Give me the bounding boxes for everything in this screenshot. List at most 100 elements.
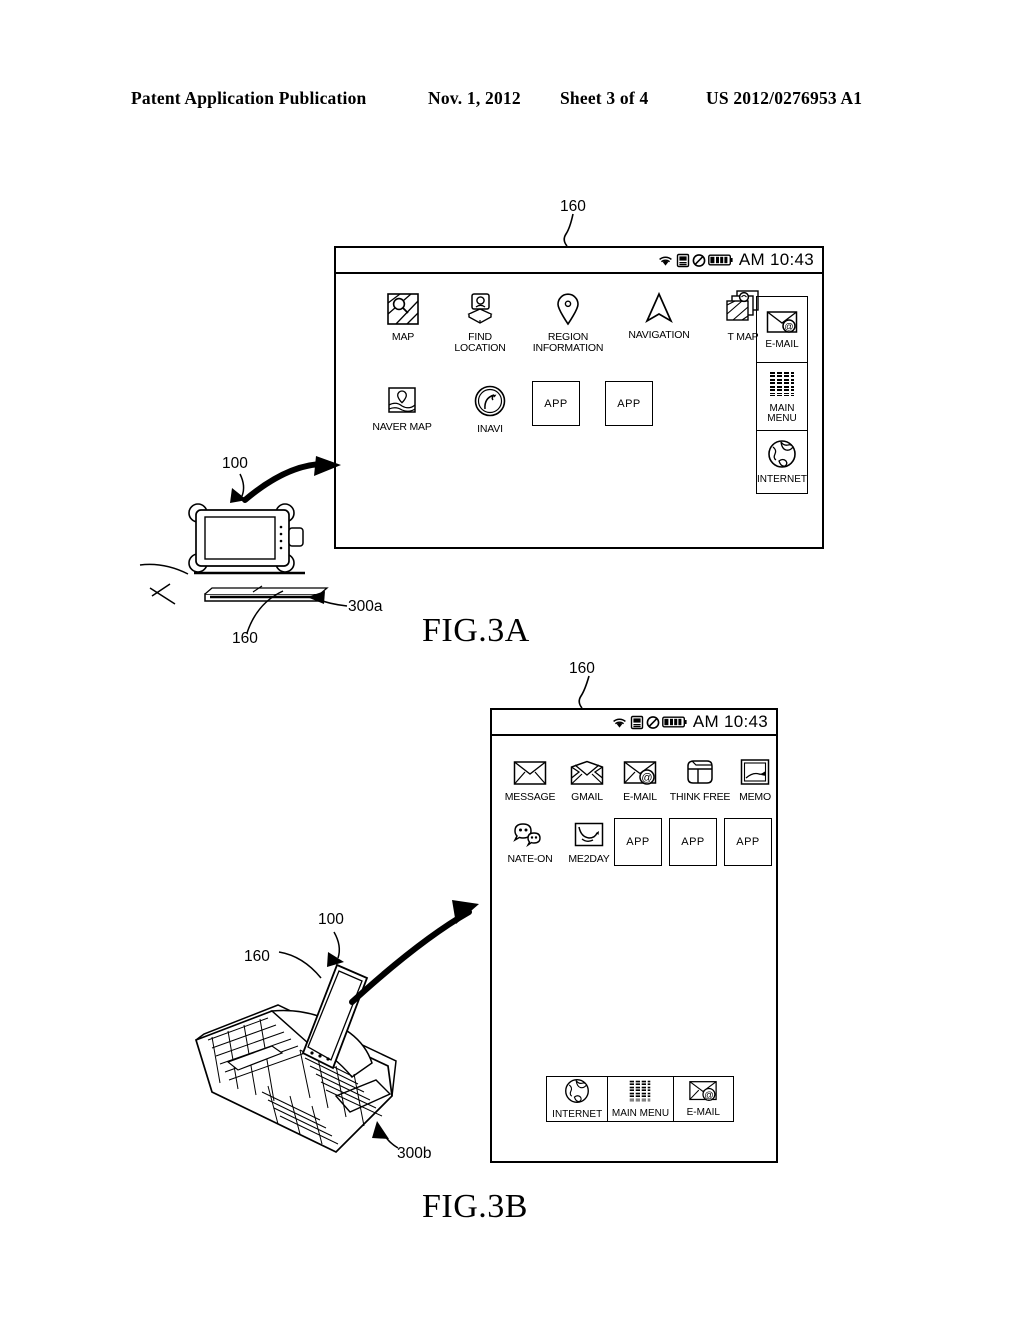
dock-item-label: INTERNET [757, 474, 807, 486]
dock-item-label: MAIN MENU [611, 1107, 670, 1119]
app-icon-memo[interactable]: MEMO [732, 758, 778, 803]
app-icon-region-information[interactable]: REGION INFORMATION [518, 292, 618, 354]
fig3a-side-dock: @ E-MAIL MAIN MENU INTERNET [756, 296, 808, 494]
envelope-icon [513, 760, 547, 790]
dock-item-label: MAIN MENU [767, 402, 797, 424]
status-icon-group [611, 715, 687, 730]
fig3a-home-body: MAP FIND LOCATION REGION INFORMATION NAV… [336, 274, 822, 547]
ref-numeral-160-fig3a-device-display: 160 [232, 630, 258, 647]
app-icon-navigation[interactable]: NAVIGATION [614, 291, 704, 342]
dock-item-label: E-MAIL [765, 338, 799, 350]
app-icon-map[interactable]: MAP [368, 292, 438, 343]
status-bar-time: AM 10:43 [692, 712, 768, 731]
app-placeholder-label: APP [544, 397, 568, 410]
memo-icon [740, 758, 770, 790]
dock-item-label: INTERNET [552, 1108, 603, 1120]
publication-header: Patent Application Publication Nov. 1, 2… [0, 88, 1024, 114]
app-placeholder-1[interactable]: APP [614, 818, 662, 866]
think-free-icon [684, 758, 716, 790]
ref-numeral-160-fig3a-screen: 160 [560, 198, 586, 215]
app-icon-me2day[interactable]: ME2DAY [562, 822, 616, 865]
navigation-arrow-icon [642, 291, 676, 328]
app-icon-inavi[interactable]: INAVI [454, 384, 526, 435]
app-label: THINK FREE [669, 791, 731, 804]
ref-numeral-160-fig3b-screen: 160 [569, 660, 595, 677]
app-icon-gmail[interactable]: GMAIL [562, 760, 612, 803]
find-location-icon [463, 292, 497, 330]
battery-icon [707, 254, 733, 266]
app-placeholder-2[interactable]: APP [669, 818, 717, 866]
app-icon-message[interactable]: MESSAGE [500, 760, 560, 803]
status-icon-group [657, 253, 733, 268]
patent-number: US 2012/0276953 A1 [706, 88, 863, 108]
sheet-number: Sheet 3 of 4 [560, 88, 649, 108]
wifi-icon [658, 255, 672, 266]
naver-map-icon [385, 386, 419, 420]
globe-icon [767, 439, 797, 474]
app-icon-think-free[interactable]: THINK FREE [666, 758, 734, 803]
grid-menu-icon [768, 370, 796, 403]
app-label: ME2DAY [568, 853, 610, 866]
fig3b-device-screen: AM 10:43 MESSAGE GMAIL @ E-MAIL THINK FR… [490, 708, 778, 1163]
dock-item-label: E-MAIL [686, 1106, 720, 1118]
wifi-icon [612, 717, 626, 728]
svg-text:@: @ [784, 322, 793, 332]
app-placeholder-label: APP [626, 836, 650, 848]
app-placeholder-3[interactable]: APP [724, 818, 772, 866]
app-icon-nate-on[interactable]: NATE-ON [498, 822, 562, 865]
battery-icon [661, 716, 687, 728]
svg-text:@: @ [641, 772, 652, 784]
app-placeholder-label: APP [736, 836, 760, 848]
fig3b-bottom-dock: INTERNET MAIN MENU @ E-MAIL [546, 1076, 734, 1122]
fig3a-device-screen: AM 10:43 MAP FIND LOCATION REGION INFORM… [334, 246, 824, 549]
app-label: NAVIGATION [628, 329, 690, 342]
nate-on-icon [512, 822, 548, 852]
app-icon-naver-map[interactable]: NAVER MAP [356, 386, 448, 433]
publication-label: Patent Application Publication [131, 88, 367, 108]
me2day-icon [574, 822, 604, 852]
mute-icon [692, 253, 706, 267]
dock-item-internet[interactable]: INTERNET [757, 431, 807, 493]
app-placeholder-2[interactable]: APP [605, 381, 653, 426]
fig3a-status-bar: AM 10:43 [336, 248, 822, 274]
figure-caption-3a: FIG.3A [422, 612, 530, 649]
inavi-icon [473, 384, 507, 422]
app-label: GMAIL [571, 791, 603, 804]
status-bar-time: AM 10:43 [738, 250, 814, 269]
sd-card-icon [630, 715, 644, 729]
fig3b-status-bar: AM 10:43 [492, 710, 776, 736]
publication-date: Nov. 1, 2012 [428, 88, 521, 108]
email-icon: @ [766, 310, 798, 339]
dock-item-email[interactable]: @ E-MAIL [674, 1077, 733, 1121]
mute-icon [646, 715, 660, 729]
email-at-icon: @ [623, 760, 657, 790]
app-label: T MAP [727, 331, 759, 344]
ref-numeral-100-fig3b-device: 100 [318, 911, 344, 928]
fig3b-home-body: MESSAGE GMAIL @ E-MAIL THINK FREE MEMO N… [492, 736, 776, 1161]
ref-numeral-300a-car-dock: 300a [348, 598, 383, 615]
ref-numeral-160-fig3b-device-display: 160 [244, 948, 270, 965]
app-label: INAVI [477, 423, 503, 436]
car-dock-device-illustration [139, 503, 329, 605]
app-label: MAP [391, 331, 415, 344]
dock-item-internet[interactable]: INTERNET [547, 1077, 609, 1121]
map-pin-icon [551, 292, 585, 330]
map-icon [386, 292, 420, 330]
grid-menu-icon [628, 1079, 653, 1108]
sd-card-icon [676, 253, 690, 267]
app-label: MEMO [739, 791, 771, 804]
app-label: MESSAGE [504, 791, 556, 804]
email-at-icon: @ [688, 1080, 718, 1107]
gmail-icon [570, 760, 604, 790]
dock-item-email[interactable]: @ E-MAIL [757, 297, 807, 363]
app-icon-find-location[interactable]: FIND LOCATION [440, 292, 520, 354]
app-placeholder-1[interactable]: APP [532, 381, 580, 426]
app-label: E-MAIL [623, 791, 657, 804]
dock-item-main-menu[interactable]: MAIN MENU [757, 363, 807, 431]
app-icon-email[interactable]: @ E-MAIL [614, 760, 666, 803]
app-label: FIND LOCATION [454, 331, 506, 355]
figure-caption-3b: FIG.3B [422, 1188, 528, 1225]
ref-numeral-100-fig3a-device: 100 [222, 455, 248, 472]
app-placeholder-label: APP [681, 836, 705, 848]
dock-item-main-menu[interactable]: MAIN MENU [608, 1077, 674, 1121]
